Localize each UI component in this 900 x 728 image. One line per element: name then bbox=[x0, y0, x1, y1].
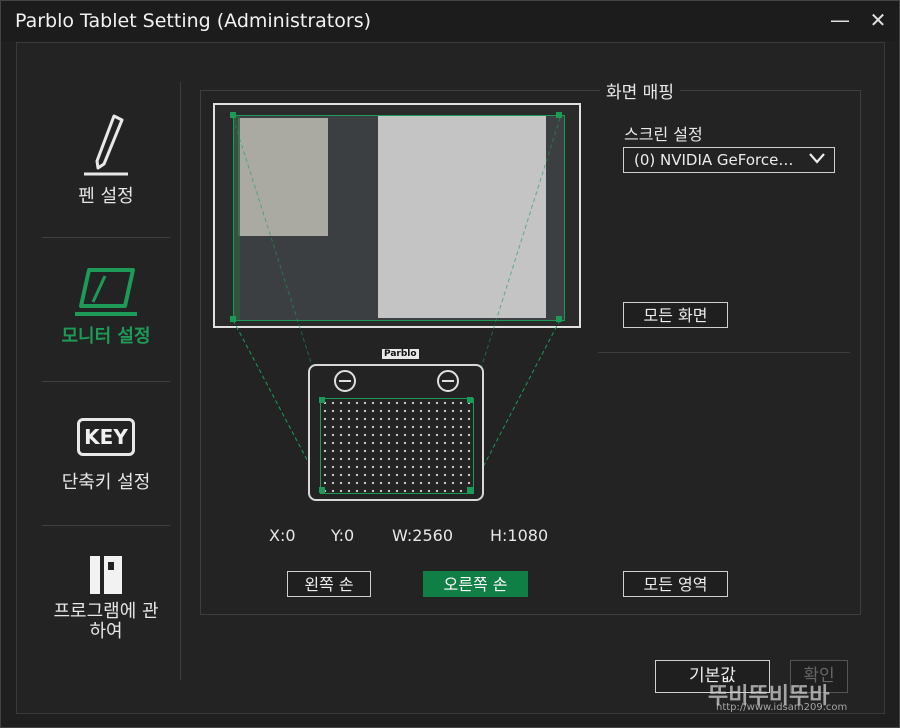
coord-y: Y:0 bbox=[331, 526, 355, 545]
right-divider bbox=[598, 352, 850, 353]
tablet-express-key bbox=[334, 370, 356, 392]
right-hand-button[interactable]: 오른쪽 손 bbox=[423, 571, 528, 597]
screen-select-value: (0) NVIDIA GeForce… bbox=[634, 151, 794, 169]
screen-select[interactable]: (0) NVIDIA GeForce… bbox=[623, 147, 835, 173]
area-corner-handle[interactable] bbox=[467, 397, 473, 403]
area-corner-handle[interactable] bbox=[319, 487, 325, 493]
chevron-down-icon bbox=[808, 148, 826, 172]
watermark-url: http://www.idsam209.com bbox=[716, 702, 848, 713]
all-area-button[interactable]: 모든 영역 bbox=[623, 571, 728, 597]
area-corner-handle[interactable] bbox=[319, 397, 325, 403]
left-hand-button[interactable]: 왼쪽 손 bbox=[287, 571, 371, 597]
tablet-brand-label: Parblo bbox=[382, 349, 419, 359]
coord-height: H:1080 bbox=[490, 526, 549, 545]
coord-width: W:2560 bbox=[392, 526, 453, 545]
tablet-express-key bbox=[437, 370, 459, 392]
area-corner-handle[interactable] bbox=[467, 487, 473, 493]
screen-setting-label: 스크린 설정 bbox=[624, 125, 703, 144]
tablet-active-area[interactable] bbox=[320, 398, 474, 494]
all-screens-button[interactable]: 모든 화면 bbox=[623, 302, 728, 328]
coord-x: X:0 bbox=[269, 526, 296, 545]
